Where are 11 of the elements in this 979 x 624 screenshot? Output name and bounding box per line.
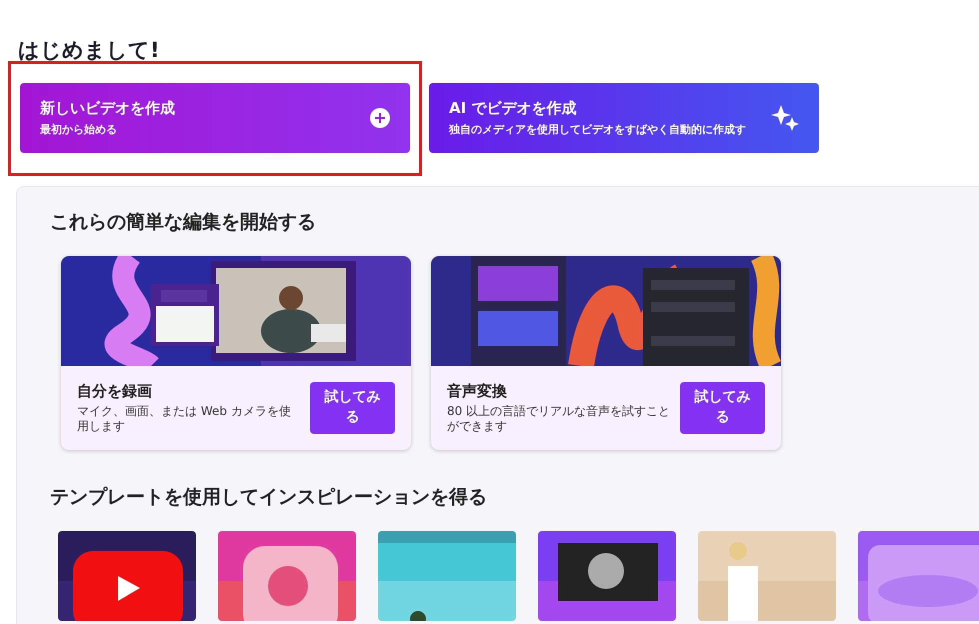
- section-heading: テンプレートを使用してインスピレーションを得る: [50, 485, 488, 510]
- new-video-button[interactable]: 新しいビデオを作成 最初から始める: [20, 83, 410, 153]
- ai-video-button[interactable]: AI でビデオを作成 独自のメディアを使用してビデオをすばやく自動的に作成す: [429, 83, 819, 153]
- card-description: マイク、画面、または Web カメラを使用します: [77, 404, 292, 434]
- card-description: 80 以上の言語でリアルな音声を試すことができます: [447, 404, 672, 434]
- greeting-heading: はじめまして!: [18, 37, 161, 64]
- try-button[interactable]: 試してみる: [680, 382, 765, 434]
- try-button[interactable]: 試してみる: [310, 382, 395, 434]
- section-heading: これらの簡単な編集を開始する: [50, 210, 317, 235]
- card-title: 自分を録画: [77, 382, 153, 401]
- card-title: 音声変換: [447, 382, 508, 401]
